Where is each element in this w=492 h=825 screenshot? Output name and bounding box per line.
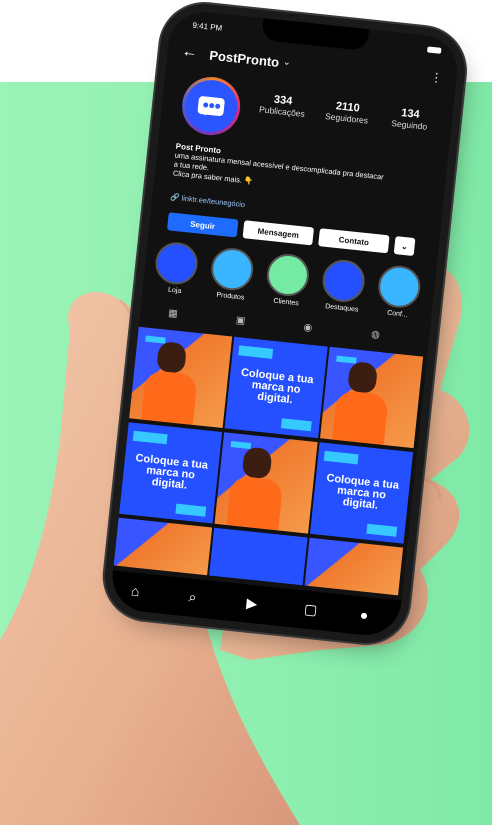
stat-posts[interactable]: 334 Publicações: [252, 91, 314, 119]
highlight-label: Loja: [167, 286, 182, 295]
post-text-card[interactable]: Coloque a tua marca no digital.: [119, 422, 223, 524]
message-button[interactable]: Mensagem: [242, 220, 315, 246]
highlight-label: Produtos: [216, 291, 245, 302]
post-grid: Coloque a tua marca no digital. Coloque …: [113, 326, 427, 596]
highlight-label: Destaques: [324, 303, 359, 314]
brand-logo: [182, 77, 240, 135]
more-dropdown-button[interactable]: ⌄: [393, 236, 416, 257]
post-text-card[interactable]: Coloque a tua marca no digital.: [224, 336, 328, 439]
highlight-circle: [320, 257, 367, 304]
highlight-conf[interactable]: Conf...: [375, 263, 424, 320]
profile-username: PostPronto: [208, 47, 280, 70]
home-icon[interactable]: ⌂: [130, 582, 140, 599]
highlight-destaques[interactable]: Destaques: [319, 257, 368, 314]
post-caption: Coloque a tua marca no digital.: [134, 452, 209, 492]
profile-avatar[interactable]: [179, 74, 244, 138]
post-text-card[interactable]: [209, 527, 308, 586]
tagged-tab-icon[interactable]: ◍: [371, 329, 381, 341]
battery-icon: [426, 46, 442, 54]
highlight-loja[interactable]: Loja: [152, 240, 201, 296]
chevron-down-icon[interactable]: ⌄: [283, 56, 292, 68]
highlight-clientes[interactable]: Clientes: [264, 251, 313, 308]
bio-link-text: linktr.ee/teunegócio: [181, 193, 246, 210]
post-caption: Coloque a tua marca no digital.: [240, 366, 315, 407]
highlight-circle: [376, 263, 423, 310]
stat-followers[interactable]: 2110 Seguidores: [316, 98, 378, 126]
status-time: 9:41 PM: [192, 20, 223, 33]
highlight-label: Conf...: [386, 309, 409, 319]
bio-link[interactable]: 🔗 linktr.ee/teunegócio: [170, 192, 245, 209]
post-photo[interactable]: [320, 346, 424, 449]
highlight-circle: [209, 246, 256, 293]
location-tab-icon[interactable]: ◉: [303, 322, 313, 334]
highlight-circle: [264, 251, 312, 299]
chat-bubble-icon: [197, 95, 226, 117]
post-photo[interactable]: [304, 537, 404, 596]
highlight-label: Clientes: [273, 297, 299, 308]
post-photo[interactable]: [113, 517, 213, 576]
grid-tab-icon[interactable]: ▦: [168, 308, 179, 320]
post-caption: Coloque a tua marca no digital.: [325, 472, 400, 512]
profile-bio: Post Pronto uma assinatura mensal acessí…: [172, 142, 434, 205]
post-photo[interactable]: [214, 432, 318, 534]
post-text-card[interactable]: Coloque a tua marca no digital.: [310, 442, 414, 544]
highlight-circle: [153, 240, 200, 287]
shop-icon[interactable]: ▢: [303, 601, 318, 619]
follow-button[interactable]: Seguir: [166, 212, 239, 238]
back-arrow-icon[interactable]: ←: [181, 43, 199, 63]
post-photo[interactable]: [129, 326, 233, 429]
stat-following[interactable]: 134 Seguindo: [379, 105, 441, 133]
reels-tab-icon[interactable]: ▣: [235, 315, 246, 327]
highlight-produtos[interactable]: Produtos: [208, 246, 257, 302]
profile-avatar-icon[interactable]: ●: [359, 606, 369, 623]
search-icon[interactable]: ⌕: [188, 588, 197, 606]
contact-button[interactable]: Contato: [318, 228, 390, 254]
reels-icon[interactable]: ▶: [246, 595, 258, 613]
more-options-icon[interactable]: ⋮: [430, 70, 443, 85]
